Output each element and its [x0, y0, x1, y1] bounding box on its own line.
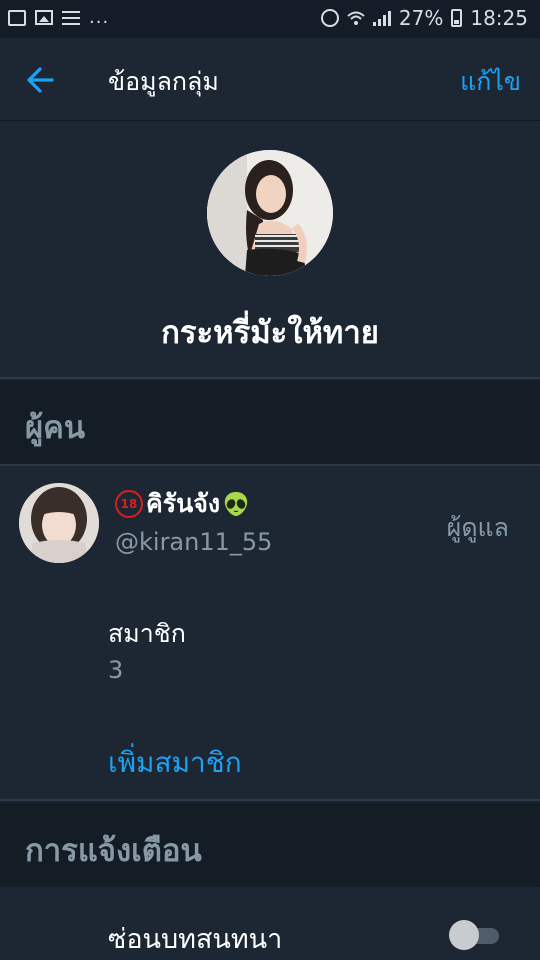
- alarm-icon: [320, 9, 339, 27]
- battery-percent: 27%: [398, 6, 444, 30]
- list-icon: [62, 10, 80, 25]
- back-button[interactable]: [22, 60, 62, 100]
- alien-icon: [223, 490, 249, 518]
- status-bar: ... 27% 18:25: [0, 0, 540, 38]
- hide-conversation-row[interactable]: ซ่อนบทสนทนา: [0, 887, 540, 960]
- group-name: กระหรี่มัะให้ทาย: [161, 315, 379, 351]
- page-title: ข้อมูลกลุ่ม: [108, 67, 219, 96]
- member-count-label: สมาชิก: [108, 619, 186, 648]
- notifications-section-header: การแจ้งเตือน: [0, 803, 540, 887]
- add-member-button[interactable]: เพิ่มสมาชิก: [108, 741, 242, 785]
- signal-icon: [372, 10, 391, 26]
- arrow-left-icon: [27, 67, 54, 93]
- member-handle: @kiran11_55: [115, 528, 273, 556]
- clock: 18:25: [470, 6, 528, 30]
- member-role-label: ผู้ดูแล: [446, 513, 509, 542]
- group-header: กระหรี่มัะให้ทาย: [0, 121, 540, 379]
- group-avatar[interactable]: [207, 150, 333, 276]
- status-bar-system: 27% 18:25: [320, 6, 528, 30]
- app-bar: ข้อมูลกลุ่ม แก้ไข: [0, 38, 540, 121]
- notifications-section-title: การแจ้งเตือน: [25, 833, 202, 869]
- adult-18-badge: 18: [115, 490, 143, 518]
- member-avatar[interactable]: [19, 483, 99, 563]
- people-section-header: ผู้คน: [0, 380, 540, 464]
- people-section: 18 คิรันจัง @kiran11_55 ผู้ดูแล สมาชิก 3…: [0, 464, 540, 801]
- image-icon: [35, 10, 53, 25]
- hide-conversation-toggle[interactable]: [449, 920, 501, 950]
- wifi-icon: [347, 10, 365, 26]
- battery-icon: [451, 9, 463, 27]
- more-notifications-text: ...: [89, 7, 110, 28]
- member-count-value: 3: [108, 656, 124, 684]
- status-bar-notifications: ...: [8, 7, 109, 28]
- hide-conversation-label: ซ่อนบทสนทนา: [108, 924, 283, 955]
- screenshot-icon: [8, 9, 26, 26]
- edit-button[interactable]: แก้ไข: [460, 62, 521, 102]
- member-name[interactable]: 18 คิรันจัง: [115, 484, 249, 524]
- toggle-knob: [449, 920, 479, 950]
- member-display-name: คิรันจัง: [146, 489, 221, 518]
- people-section-title: ผู้คน: [25, 410, 86, 446]
